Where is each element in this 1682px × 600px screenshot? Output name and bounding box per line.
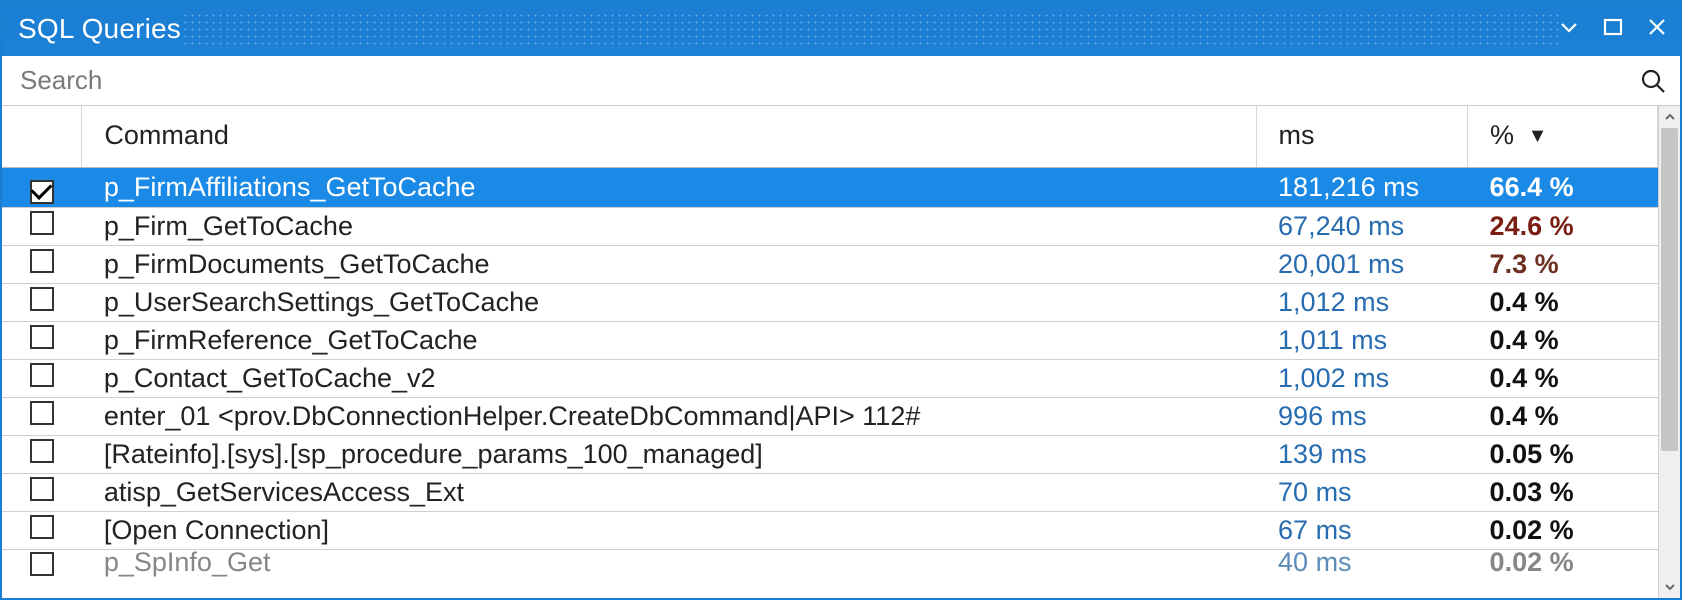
row-ms: 20,001 ms — [1256, 246, 1468, 284]
column-percent-label: % — [1490, 120, 1514, 150]
scrollbar-track[interactable] — [1659, 128, 1680, 576]
minimize-icon[interactable] — [1558, 16, 1580, 43]
column-checkbox[interactable] — [2, 106, 82, 168]
row-command: p_FirmReference_GetToCache — [82, 322, 1256, 360]
scrollbar-thumb[interactable] — [1661, 128, 1678, 451]
row-command: atisp_GetServicesAccess_Ext — [82, 474, 1256, 512]
row-command: p_Firm_GetToCache — [82, 208, 1256, 246]
window-title: SQL Queries — [18, 13, 181, 45]
row-ms: 1,002 ms — [1256, 360, 1468, 398]
row-checkbox-cell[interactable] — [2, 284, 82, 322]
row-percent: 0.4 % — [1468, 284, 1658, 322]
table-row[interactable]: p_FirmReference_GetToCache1,011 ms0.4 % — [2, 322, 1658, 360]
row-checkbox-cell[interactable] — [2, 436, 82, 474]
window-controls — [1558, 16, 1668, 43]
row-checkbox[interactable] — [30, 363, 54, 387]
row-command: p_UserSearchSettings_GetToCache — [82, 284, 1256, 322]
row-command: p_Contact_GetToCache_v2 — [82, 360, 1256, 398]
row-checkbox[interactable] — [30, 439, 54, 463]
row-command: p_FirmDocuments_GetToCache — [82, 246, 1256, 284]
row-percent: 0.4 % — [1468, 322, 1658, 360]
row-checkbox-cell[interactable] — [2, 512, 82, 550]
row-checkbox[interactable] — [30, 287, 54, 311]
row-ms: 996 ms — [1256, 398, 1468, 436]
table-row[interactable]: enter_01 <prov.DbConnectionHelper.Create… — [2, 398, 1658, 436]
sql-queries-window: SQL Queries — [0, 0, 1682, 600]
table-row[interactable]: p_FirmAffiliations_GetToCache181,216 ms6… — [2, 168, 1658, 208]
row-checkbox-cell[interactable] — [2, 474, 82, 512]
row-percent: 0.02 % — [1468, 512, 1658, 550]
row-command: p_SpInfo_Get — [82, 550, 1256, 578]
row-ms: 67 ms — [1256, 512, 1468, 550]
row-percent: 7.3 % — [1468, 246, 1658, 284]
row-ms: 181,216 ms — [1256, 168, 1468, 208]
query-table: Command ms % ▼ p_FirmAffiliations_GetToC… — [2, 106, 1658, 577]
table-row[interactable]: p_SpInfo_Get40 ms0.02 % — [2, 550, 1658, 578]
search-input[interactable] — [20, 65, 1640, 96]
table-row[interactable]: p_UserSearchSettings_GetToCache1,012 ms0… — [2, 284, 1658, 322]
vertical-scrollbar[interactable] — [1658, 106, 1680, 598]
titlebar[interactable]: SQL Queries — [2, 2, 1680, 56]
row-checkbox[interactable] — [30, 180, 54, 204]
column-percent[interactable]: % ▼ — [1468, 106, 1658, 168]
maximize-icon[interactable] — [1602, 16, 1624, 43]
row-percent: 0.05 % — [1468, 436, 1658, 474]
row-percent: 0.02 % — [1468, 550, 1658, 578]
row-checkbox-cell[interactable] — [2, 322, 82, 360]
row-checkbox[interactable] — [30, 401, 54, 425]
row-command: [Open Connection] — [82, 512, 1256, 550]
row-ms: 1,012 ms — [1256, 284, 1468, 322]
row-checkbox[interactable] — [30, 325, 54, 349]
header-row: Command ms % ▼ — [2, 106, 1658, 168]
row-checkbox[interactable] — [30, 249, 54, 273]
row-checkbox[interactable] — [30, 211, 54, 235]
row-percent: 0.4 % — [1468, 398, 1658, 436]
row-command: [Rateinfo].[sys].[sp_procedure_params_10… — [82, 436, 1256, 474]
scroll-up-icon[interactable] — [1659, 106, 1680, 128]
table-row[interactable]: [Open Connection]67 ms0.02 % — [2, 512, 1658, 550]
table-row[interactable]: p_FirmDocuments_GetToCache20,001 ms7.3 % — [2, 246, 1658, 284]
row-ms: 67,240 ms — [1256, 208, 1468, 246]
column-ms[interactable]: ms — [1256, 106, 1468, 168]
row-command: enter_01 <prov.DbConnectionHelper.Create… — [82, 398, 1256, 436]
search-bar — [2, 56, 1680, 106]
row-checkbox[interactable] — [30, 515, 54, 539]
table-row[interactable]: p_Contact_GetToCache_v21,002 ms0.4 % — [2, 360, 1658, 398]
row-command: p_FirmAffiliations_GetToCache — [82, 168, 1256, 208]
row-ms: 1,011 ms — [1256, 322, 1468, 360]
row-checkbox-cell[interactable] — [2, 168, 82, 208]
row-percent: 0.03 % — [1468, 474, 1658, 512]
scroll-down-icon[interactable] — [1659, 576, 1680, 598]
table-row[interactable]: [Rateinfo].[sys].[sp_procedure_params_10… — [2, 436, 1658, 474]
row-checkbox-cell[interactable] — [2, 246, 82, 284]
query-grid: Command ms % ▼ p_FirmAffiliations_GetToC… — [2, 106, 1680, 598]
table-row[interactable]: p_Firm_GetToCache67,240 ms24.6 % — [2, 208, 1658, 246]
row-ms: 40 ms — [1256, 550, 1468, 578]
row-checkbox-cell[interactable] — [2, 208, 82, 246]
table-row[interactable]: atisp_GetServicesAccess_Ext70 ms0.03 % — [2, 474, 1658, 512]
row-checkbox-cell[interactable] — [2, 398, 82, 436]
row-checkbox-cell[interactable] — [2, 550, 82, 578]
row-percent: 24.6 % — [1468, 208, 1658, 246]
row-ms: 70 ms — [1256, 474, 1468, 512]
search-icon[interactable] — [1640, 68, 1666, 94]
titlebar-grip[interactable] — [182, 12, 1560, 46]
row-percent: 66.4 % — [1468, 168, 1658, 208]
row-checkbox[interactable] — [30, 552, 54, 576]
row-checkbox[interactable] — [30, 477, 54, 501]
sort-desc-icon: ▼ — [1528, 125, 1548, 147]
close-icon[interactable] — [1646, 16, 1668, 43]
row-ms: 139 ms — [1256, 436, 1468, 474]
row-percent: 0.4 % — [1468, 360, 1658, 398]
column-command[interactable]: Command — [82, 106, 1256, 168]
row-checkbox-cell[interactable] — [2, 360, 82, 398]
